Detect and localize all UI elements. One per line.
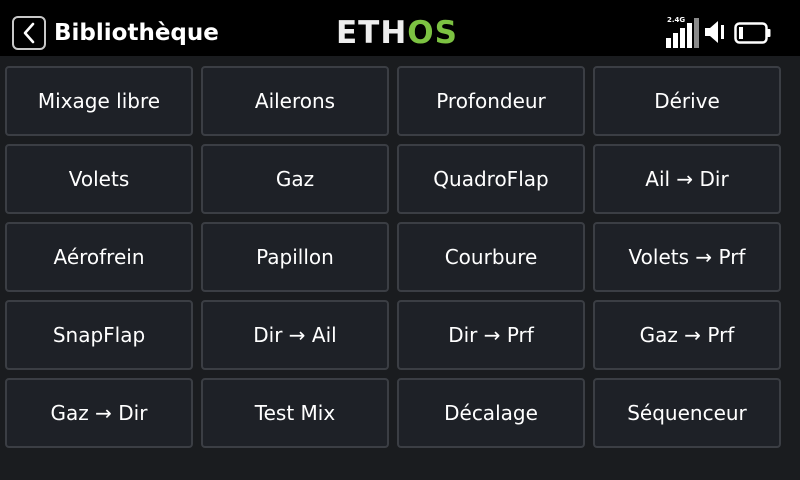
- battery-icon: [734, 22, 771, 44]
- mix-tile-sequenceur[interactable]: Séquenceur: [593, 378, 781, 448]
- status-area: 2.4G: [666, 14, 786, 50]
- logo-text-eth: ETH: [336, 15, 408, 51]
- mix-library-grid: Mixage libre Ailerons Profondeur Dérive …: [5, 66, 781, 448]
- mix-tile-derive[interactable]: Dérive: [593, 66, 781, 136]
- mix-tile-aerofrein[interactable]: Aérofrein: [5, 222, 193, 292]
- chevron-left-icon: [23, 22, 35, 44]
- top-bar: Bibliothèque ETHOS 2.4G: [0, 0, 800, 56]
- mix-tile-volets-prf[interactable]: Volets → Prf: [593, 222, 781, 292]
- mix-tile-papillon[interactable]: Papillon: [201, 222, 389, 292]
- ethos-logo: ETHOS: [336, 14, 458, 52]
- mix-tile-gaz[interactable]: Gaz: [201, 144, 389, 214]
- speaker-icon[interactable]: [704, 20, 730, 44]
- mix-tile-ail-dir[interactable]: Ail → Dir: [593, 144, 781, 214]
- mix-tile-mixage-libre[interactable]: Mixage libre: [5, 66, 193, 136]
- mix-tile-decalage[interactable]: Décalage: [397, 378, 585, 448]
- mix-tile-profondeur[interactable]: Profondeur: [397, 66, 585, 136]
- page-title: Bibliothèque: [54, 20, 219, 46]
- mix-tile-dir-ail[interactable]: Dir → Ail: [201, 300, 389, 370]
- mix-tile-ailerons[interactable]: Ailerons: [201, 66, 389, 136]
- mix-tile-gaz-prf[interactable]: Gaz → Prf: [593, 300, 781, 370]
- mix-tile-quadroflap[interactable]: QuadroFlap: [397, 144, 585, 214]
- mix-tile-gaz-dir[interactable]: Gaz → Dir: [5, 378, 193, 448]
- mix-tile-courbure[interactable]: Courbure: [397, 222, 585, 292]
- mix-tile-volets[interactable]: Volets: [5, 144, 193, 214]
- signal-bars-icon: [666, 18, 699, 48]
- signal-strength: 2.4G: [666, 16, 700, 48]
- mix-tile-snapflap[interactable]: SnapFlap: [5, 300, 193, 370]
- logo-text-os: OS: [407, 15, 458, 51]
- mix-tile-dir-prf[interactable]: Dir → Prf: [397, 300, 585, 370]
- back-button[interactable]: [12, 16, 46, 50]
- mix-tile-test-mix[interactable]: Test Mix: [201, 378, 389, 448]
